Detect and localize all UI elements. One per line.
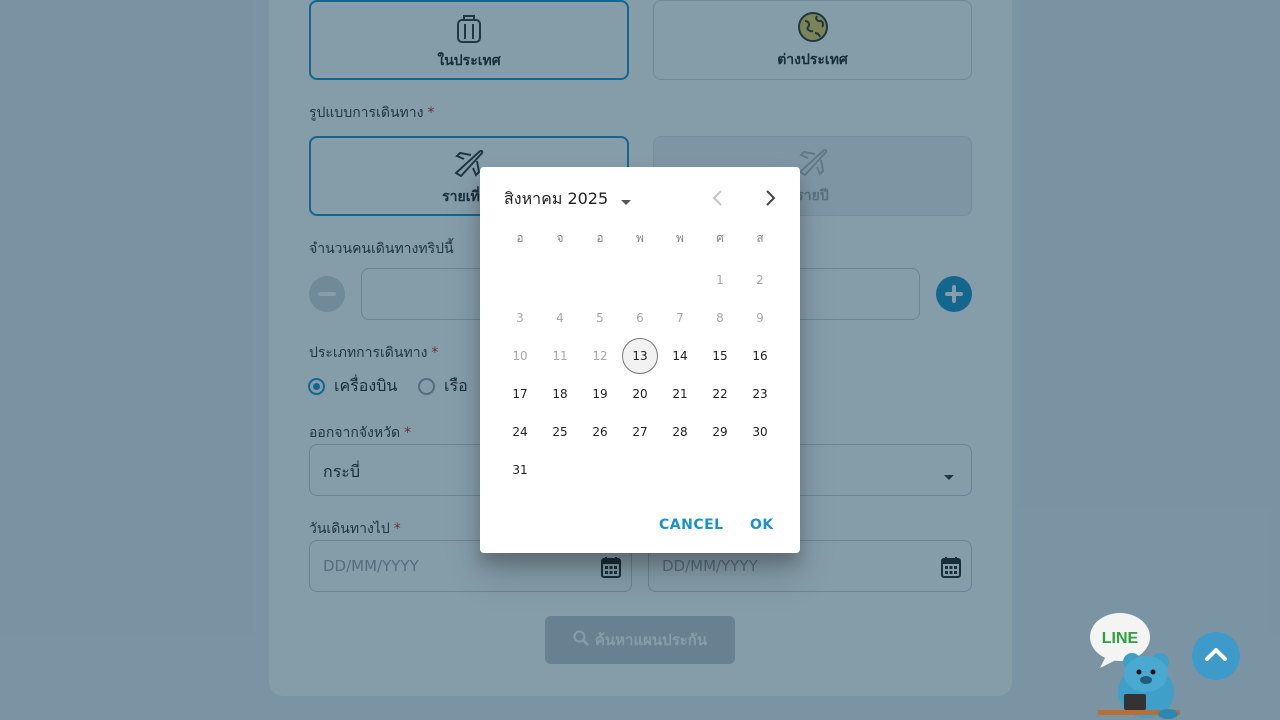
calendar-day: 3 (516, 311, 524, 325)
calendar-day: 5 (596, 311, 604, 325)
weekday-header: ส (756, 231, 764, 245)
weekday-header: จ (556, 231, 564, 245)
calendar-day[interactable]: 24 (502, 414, 538, 450)
calendar-day: 6 (636, 311, 644, 325)
calendar-day[interactable]: 25 (542, 414, 578, 450)
calendar-day: 8 (716, 311, 724, 325)
date-picker-dialog: สิงหาคม 2025 CANCEL OK อจอพพศส1234567891… (480, 167, 800, 553)
calendar-day[interactable]: 17 (502, 376, 538, 412)
calendar-day: 11 (552, 349, 568, 363)
calendar-day[interactable]: 29 (702, 414, 738, 450)
calendar-day[interactable]: 27 (622, 414, 658, 450)
calendar-day: 2 (756, 273, 764, 287)
calendar-day[interactable]: 14 (662, 338, 698, 374)
calendar-day[interactable]: 20 (622, 376, 658, 412)
month-year-label[interactable]: สิงหาคม 2025 (504, 187, 608, 212)
weekday-header: อ (596, 231, 604, 245)
calendar-day[interactable]: 19 (582, 376, 618, 412)
calendar-day[interactable]: 23 (742, 376, 778, 412)
weekday-header: ศ (716, 231, 724, 245)
travel-insurance-page: ในประเทศ ต่างประเทศ รูปแบบการเดินทาง* รา… (0, 0, 1280, 720)
month-dropdown-icon[interactable] (620, 193, 632, 205)
calendar-day: 9 (756, 311, 764, 325)
calendar-day[interactable]: 26 (582, 414, 618, 450)
calendar-day[interactable]: 16 (742, 338, 778, 374)
next-month-icon[interactable] (762, 189, 778, 207)
calendar-day: 7 (676, 311, 684, 325)
cancel-button[interactable]: CANCEL (659, 517, 724, 533)
ok-button[interactable]: OK (750, 517, 774, 533)
calendar-day[interactable]: 30 (742, 414, 778, 450)
calendar-day[interactable]: 22 (702, 376, 738, 412)
scroll-to-top-button[interactable] (1192, 632, 1240, 680)
calendar-day[interactable]: 21 (662, 376, 698, 412)
chevron-up-icon (1204, 646, 1228, 666)
weekday-header: อ (516, 231, 524, 245)
line-mascot-widget[interactable]: LINE (1088, 612, 1188, 720)
calendar-day: 10 (512, 349, 528, 363)
line-logo-text: LINE (1102, 630, 1139, 647)
calendar-day: 1 (716, 273, 724, 287)
calendar-day[interactable]: 18 (542, 376, 578, 412)
calendar-day[interactable]: 13 (622, 338, 658, 374)
calendar-day[interactable]: 28 (662, 414, 698, 450)
weekday-header: พ (676, 231, 684, 245)
calendar-day[interactable]: 15 (702, 338, 738, 374)
calendar-day: 12 (592, 349, 608, 363)
previous-month-icon[interactable] (710, 189, 726, 207)
calendar-day[interactable]: 31 (502, 452, 538, 488)
weekday-header: พ (636, 231, 644, 245)
calendar-day: 4 (556, 311, 564, 325)
